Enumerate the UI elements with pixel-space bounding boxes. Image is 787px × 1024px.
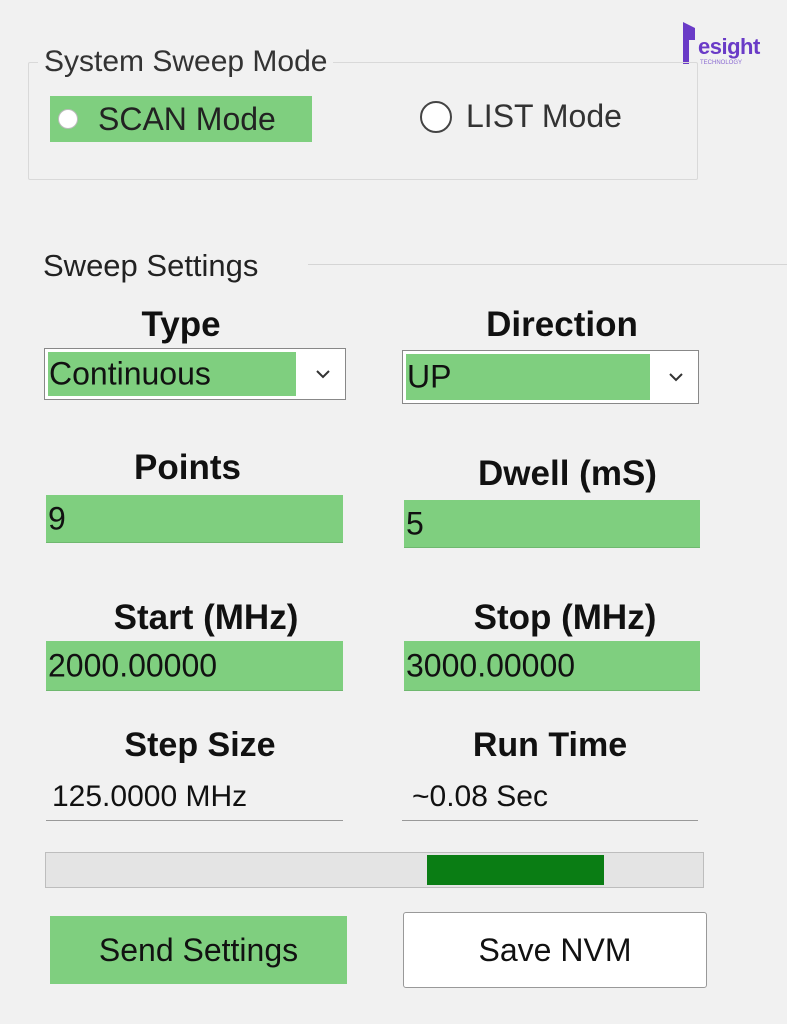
sweep-settings-title: Sweep Settings (43, 248, 259, 283)
scan-mode-label: SCAN Mode (98, 100, 276, 137)
send-settings-button[interactable]: Send Settings (50, 916, 347, 984)
logo-subtext: TECHNOLOGY (700, 60, 743, 66)
type-select-value: Continuous (49, 355, 211, 392)
direction-select-value: UP (407, 358, 452, 395)
progress-fill (427, 855, 605, 885)
chevron-down-icon[interactable] (654, 351, 698, 403)
direction-label: Direction (486, 305, 638, 344)
step-size-value: 125.0000 MHz (52, 780, 248, 813)
start-label: Start (MHz) (113, 598, 299, 637)
sweep-progress-bar (45, 852, 704, 888)
chevron-down-icon[interactable] (301, 349, 345, 399)
dwell-input[interactable]: 5 (404, 500, 700, 548)
radio-unselected-indicator (420, 100, 452, 133)
type-label: Type (141, 305, 221, 344)
stop-label: Stop (MHz) (473, 598, 657, 637)
start-frequency-input[interactable]: 2000.00000 (46, 641, 343, 691)
points-label: Points (134, 448, 241, 487)
sweep-settings-divider (308, 264, 787, 265)
type-select[interactable]: Continuous (44, 348, 346, 400)
step-size-underline (46, 820, 343, 821)
run-time-label: Run Time (472, 726, 628, 764)
radio-selected-indicator (58, 109, 78, 129)
run-time-value: ~0.08 Sec (412, 780, 548, 813)
stop-frequency-value: 3000.00000 (406, 647, 576, 683)
direction-select[interactable]: UP (402, 350, 699, 404)
points-input[interactable]: 9 (46, 495, 343, 543)
list-mode-label: LIST Mode (466, 98, 622, 134)
step-size-label: Step Size (124, 726, 276, 764)
start-frequency-value: 2000.00000 (48, 647, 218, 683)
save-nvm-button[interactable]: Save NVM (403, 912, 707, 988)
points-input-value: 9 (48, 500, 66, 536)
scan-mode-radio[interactable]: SCAN Mode (50, 96, 312, 142)
stop-frequency-input[interactable]: 3000.00000 (404, 641, 700, 691)
sweep-mode-title: System Sweep Mode (38, 45, 334, 79)
dwell-input-value: 5 (406, 505, 424, 541)
logo-text: esight (698, 34, 760, 59)
dwell-label: Dwell (mS) (478, 454, 657, 493)
list-mode-radio[interactable]: LIST Mode (420, 98, 622, 135)
run-time-underline (402, 820, 698, 821)
